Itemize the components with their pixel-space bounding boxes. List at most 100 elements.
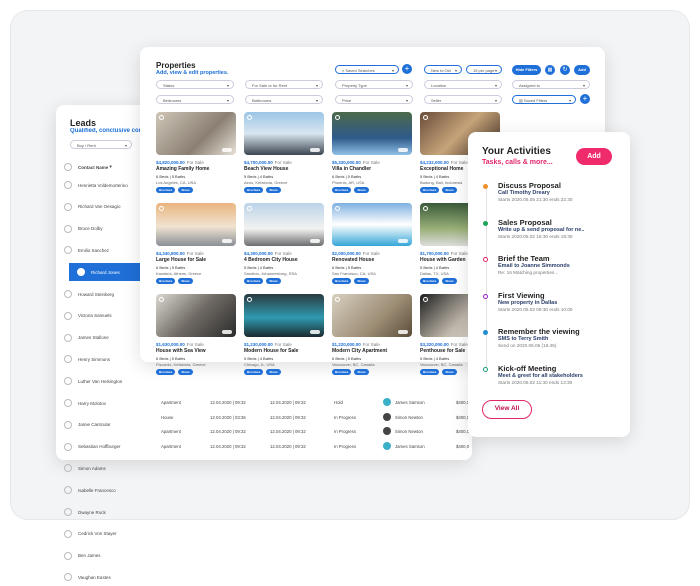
property-card[interactable]: $5,330,000.00 For Sale Villa in Chandler …: [332, 112, 412, 193]
select-checkbox[interactable]: [159, 297, 164, 302]
contact-row[interactable]: Simon Adams: [56, 459, 142, 477]
share-button[interactable]: Share: [266, 369, 281, 375]
property-card[interactable]: $2,000,000.00 For Sale Renovated House 6 …: [332, 203, 412, 284]
share-button[interactable]: Share: [442, 278, 457, 284]
add-filter-button[interactable]: +: [580, 94, 590, 104]
brochure-button[interactable]: Brochure: [244, 187, 264, 193]
table-row[interactable]: Apartment 12.04.2020 | 09:32 12.04.2020 …: [146, 441, 472, 453]
contact-row[interactable]: Ben James: [56, 547, 142, 565]
property-name[interactable]: 4 Bedroom City House: [244, 257, 324, 263]
table-row[interactable]: Apartment 12.04.2020 | 09:32 12.04.2020 …: [146, 397, 472, 409]
property-photo[interactable]: [156, 294, 236, 337]
select-checkbox[interactable]: [335, 206, 340, 211]
view-all-button[interactable]: View All: [482, 400, 532, 419]
brochure-button[interactable]: Brochure: [156, 369, 176, 375]
select-checkbox[interactable]: [247, 297, 252, 302]
activity-item[interactable]: Discuss Proposal Call Timothy Dreary Sta…: [481, 181, 626, 202]
contact-row[interactable]: Jamie Cantcular: [56, 416, 142, 434]
add-activity-button[interactable]: Add: [576, 148, 612, 165]
filter-select[interactable]: Location: [424, 80, 502, 89]
share-button[interactable]: Share: [178, 369, 193, 375]
saved-filters-select[interactable]: ▤ Saved Filters: [512, 95, 576, 104]
select-checkbox[interactable]: [423, 206, 428, 211]
refresh-icon[interactable]: ↻: [560, 65, 570, 75]
property-name[interactable]: House with Sea View: [156, 348, 236, 354]
share-button[interactable]: Share: [354, 369, 369, 375]
property-photo[interactable]: [332, 294, 412, 337]
contact-row[interactable]: Vaughan Eastes: [56, 568, 142, 586]
property-photo[interactable]: [156, 203, 236, 246]
share-button[interactable]: Share: [442, 369, 457, 375]
contact-row[interactable]: Isabelle Francesco: [56, 481, 142, 499]
property-name[interactable]: Large House for Sale: [156, 257, 236, 263]
property-name[interactable]: Amazing Family Home: [156, 166, 236, 172]
grid-view-icon[interactable]: ▦: [545, 65, 555, 75]
contact-row[interactable]: Emilio Sanchez: [56, 241, 142, 259]
contact-row[interactable]: Howard Steinberg: [56, 285, 142, 303]
brochure-button[interactable]: Brochure: [420, 187, 440, 193]
contact-name-header[interactable]: Contact Name ▾: [56, 158, 142, 176]
filter-select[interactable]: Property Type: [335, 80, 413, 89]
property-card[interactable]: $1,220,000.00 For Sale Modern City Apartm…: [332, 294, 412, 375]
buy-rent-select[interactable]: Buy / Rent: [70, 140, 132, 149]
contact-row[interactable]: Sebastian Hoffburger: [56, 438, 142, 456]
property-name[interactable]: Modern House for Sale: [244, 348, 324, 354]
filter-select[interactable]: Seller: [424, 95, 502, 104]
property-card[interactable]: $1,230,000.00 For Sale Modern House for S…: [244, 294, 324, 375]
add-search-button[interactable]: +: [402, 64, 412, 74]
filter-select[interactable]: Status: [156, 80, 234, 89]
contact-row[interactable]: Luther Van Helsington: [56, 372, 142, 390]
select-checkbox[interactable]: [423, 297, 428, 302]
property-photo[interactable]: [156, 112, 236, 155]
property-photo[interactable]: [244, 294, 324, 337]
brochure-button[interactable]: Brochure: [332, 278, 352, 284]
table-row[interactable]: House 12.04.2020 | 03:36 12.04.2020 | 09…: [146, 412, 472, 424]
share-button[interactable]: Share: [266, 187, 281, 193]
filter-select[interactable]: Bedrooms: [156, 95, 234, 104]
contact-row[interactable]: Victoria Samuels: [56, 307, 142, 325]
property-name[interactable]: Renovated House: [332, 257, 412, 263]
select-checkbox[interactable]: [247, 206, 252, 211]
brochure-button[interactable]: Brochure: [420, 369, 440, 375]
property-photo[interactable]: [332, 203, 412, 246]
contact-row[interactable]: Dwayne Rock: [56, 503, 142, 521]
contact-row[interactable]: Bruce Dolby: [56, 220, 142, 238]
property-card[interactable]: $4,340,800.00 For Sale Large House for Sa…: [156, 203, 236, 284]
share-button[interactable]: Share: [178, 278, 193, 284]
contact-row[interactable]: Cedrick Von Stayer: [56, 525, 142, 543]
activity-item[interactable]: Remember the viewing SMS to Terry Smith …: [481, 327, 626, 348]
share-button[interactable]: Share: [354, 278, 369, 284]
property-name[interactable]: Modern City Apartment: [332, 348, 412, 354]
activity-item[interactable]: Sales Proposal Write up & send proposal …: [481, 218, 626, 239]
select-all-checkbox[interactable]: [64, 163, 72, 171]
filter-select[interactable]: Bathrooms: [245, 95, 323, 104]
contact-row[interactable]: Richard Van Oesagio: [56, 198, 142, 216]
contact-row[interactable]: Harry Molotov: [56, 394, 142, 412]
contact-row[interactable]: Henrietta Voldemorterino: [56, 176, 142, 194]
filter-select[interactable]: Assigned to: [512, 80, 590, 89]
brochure-button[interactable]: Brochure: [332, 187, 352, 193]
activity-item[interactable]: First Viewing New property in Dallas Sta…: [481, 291, 626, 312]
hide-filters-button[interactable]: Hide Filters: [512, 65, 541, 75]
property-name[interactable]: Villa in Chandler: [332, 166, 412, 172]
share-button[interactable]: Share: [354, 187, 369, 193]
brochure-button[interactable]: Brochure: [332, 369, 352, 375]
filter-select[interactable]: Price: [335, 95, 413, 104]
select-checkbox[interactable]: [247, 115, 252, 120]
property-card[interactable]: $4,820,000.00 For Sale Amazing Family Hom…: [156, 112, 236, 193]
select-checkbox[interactable]: [335, 115, 340, 120]
property-photo[interactable]: [244, 112, 324, 155]
filter-select[interactable]: For Sale or for Rent: [245, 80, 323, 89]
contact-row[interactable]: James Stallone: [56, 329, 142, 347]
property-card[interactable]: $1,630,000.00 For Sale House with Sea Vie…: [156, 294, 236, 375]
select-checkbox[interactable]: [159, 206, 164, 211]
activity-item[interactable]: Brief the Team Email to Joanne Simmonds …: [481, 254, 626, 275]
sort-select[interactable]: New to Old: [424, 65, 462, 74]
add-property-button[interactable]: Add: [574, 65, 590, 75]
select-checkbox[interactable]: [159, 115, 164, 120]
select-checkbox[interactable]: [335, 297, 340, 302]
share-button[interactable]: Share: [266, 278, 281, 284]
brochure-button[interactable]: Brochure: [244, 278, 264, 284]
brochure-button[interactable]: Brochure: [156, 187, 176, 193]
brochure-button[interactable]: Brochure: [244, 369, 264, 375]
